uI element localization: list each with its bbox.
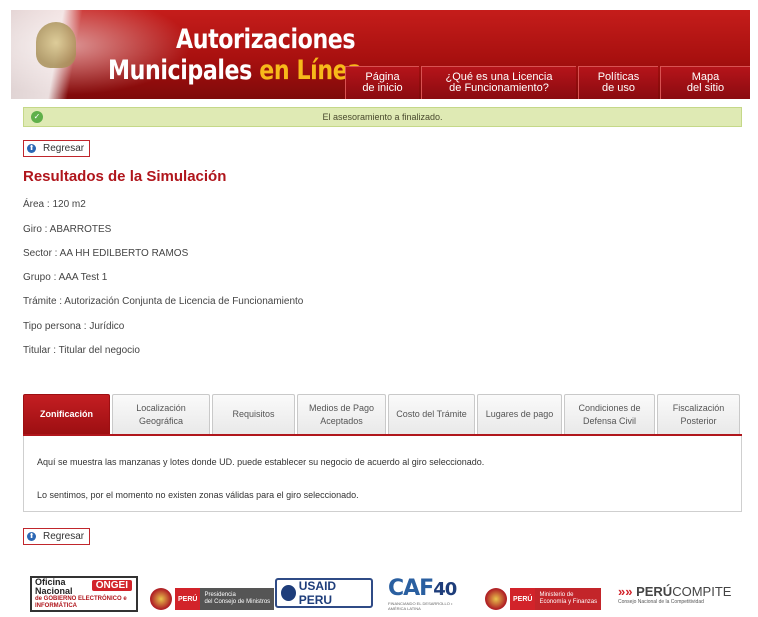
back-button-top[interactable]: ⬆ Regresar <box>23 140 91 157</box>
info-area: Área : 120 m2 <box>23 199 86 210</box>
tab-fiscalizacion-line2: Posterior <box>680 415 717 426</box>
nav-policies-line2: de uso <box>601 82 636 94</box>
nav-home[interactable]: Página de inicio <box>345 66 419 99</box>
tab-panel-zonificacion: Aquí se muestra las manzanas y lotes don… <box>23 436 742 512</box>
pcm-logo[interactable]: PERÚ Presidencia del Consejo de Ministro… <box>150 585 275 613</box>
caf-40: 40 <box>433 579 457 600</box>
nav-home-line2: de inicio <box>362 82 403 94</box>
tab-medios-pago-line1: Medios de Pago <box>308 402 375 413</box>
pcm-text-line2: del Consejo de Ministros <box>204 599 271 605</box>
tab-localizacion[interactable]: Localización Geográfica <box>112 394 210 434</box>
caf-wordmark: CAF40 <box>388 576 457 601</box>
brand-word-municipales: Municipales <box>108 55 252 86</box>
pcm-text: Presidencia del Consejo de Ministros <box>200 588 275 610</box>
caf-subtitle: FINANCIANDO EL DESARROLLO • AMÉRICA LATI… <box>388 601 453 611</box>
perucompite-compite: COMPITE <box>672 584 732 599</box>
tab-zonificacion[interactable]: Zonificación <box>23 394 110 434</box>
usaid-seal-icon <box>281 585 296 601</box>
info-tramite: Trámite : Autorización Conjunta de Licen… <box>23 296 304 307</box>
back-button-label: Regresar <box>43 531 85 542</box>
ongei-logo[interactable]: Oficina Nacional ONGEI de GOBIERNO ELECT… <box>30 576 138 612</box>
info-grupo: Grupo : AAA Test 1 <box>23 272 108 283</box>
info-tipo-persona: Tipo persona : Jurídico <box>23 321 125 332</box>
mef-text-line2: Economía y Finanzas <box>539 599 598 605</box>
brand-title-line1: Autorizaciones <box>176 24 356 55</box>
ongei-tag: ONGEI <box>91 580 132 591</box>
nav-sitemap-line2: del sitio <box>686 82 725 94</box>
tab-zonificacion-label: Zonificación <box>39 409 93 419</box>
tab-lugares-pago-label: Lugares de pago <box>485 409 554 419</box>
peru-seal-icon <box>485 588 507 610</box>
nav-policies[interactable]: Políticas de uso <box>578 66 658 99</box>
usaid-text: USAID PERU <box>298 579 337 607</box>
arrow-back-icon: ⬆ <box>27 144 36 153</box>
caf-logo[interactable]: CAF40 FINANCIANDO EL DESARROLLO • AMÉRIC… <box>388 578 470 614</box>
tab-medios-pago-line2: Aceptados <box>320 415 363 426</box>
pcm-peru-label: PERÚ <box>175 588 201 610</box>
page-title: Resultados de la Simulación <box>23 168 227 185</box>
info-giro: Giro : ABARROTES <box>23 224 112 235</box>
info-titular: Titular : Titular del negocio <box>23 345 140 356</box>
usaid-logo[interactable]: USAID PERU <box>275 578 373 608</box>
success-notice-text: El asesoramiento a finalizado. <box>322 112 443 122</box>
tab-fiscalizacion[interactable]: Fiscalización Posterior <box>657 394 740 434</box>
nav-what-is-license[interactable]: ¿Qué es una Licencia de Funcionamiento? <box>421 66 576 99</box>
nav-sitemap[interactable]: Mapa del sitio <box>660 66 750 99</box>
tab-requisitos-label: Requisitos <box>232 409 275 419</box>
brand-title-line2: Municipales en Línea <box>108 55 362 86</box>
site-header: Autorizaciones Municipales en Línea Pági… <box>11 10 750 99</box>
tab-lugares-pago[interactable]: Lugares de pago <box>477 394 562 434</box>
ongei-line2: Nacional <box>35 586 73 596</box>
nav-license-line2: de Funcionamiento? <box>449 82 549 94</box>
arrow-back-icon: ⬆ <box>27 532 36 541</box>
perucompite-wordmark: »» PERÚCOMPITE <box>618 585 731 599</box>
back-button-bottom[interactable]: ⬆ Regresar <box>23 528 91 545</box>
perucompite-subtitle: Consejo Nacional de la Competitividad <box>618 599 704 605</box>
chevrons-icon: »» <box>618 584 637 599</box>
tab-localizacion-line1: Localización <box>136 402 186 413</box>
tab-requisitos[interactable]: Requisitos <box>212 394 295 434</box>
tab-costo-tramite-label: Costo del Trámite <box>396 409 467 419</box>
ongei-line4: INFORMÁTICA <box>35 603 77 609</box>
success-notice: ✓ El asesoramiento a finalizado. <box>23 107 742 127</box>
panel-description: Aquí se muestra las manzanas y lotes don… <box>37 457 485 467</box>
check-icon: ✓ <box>31 111 43 123</box>
info-sector: Sector : AA HH EDILBERTO RAMOS <box>23 248 189 259</box>
pcm-text-line1: Presidencia <box>204 592 236 598</box>
mef-logo[interactable]: PERÚ Ministerio de Economía y Finanzas <box>485 585 602 613</box>
coat-of-arms-icon <box>36 22 76 68</box>
mef-text-line1: Ministerio de <box>539 592 574 598</box>
peru-seal-icon <box>150 588 172 610</box>
panel-no-zones-message: Lo sentimos, por el momento no existen z… <box>37 490 359 500</box>
back-button-label: Regresar <box>43 143 85 154</box>
mef-peru-label: PERÚ <box>510 588 536 610</box>
tab-fiscalizacion-line1: Fiscalización <box>672 402 725 413</box>
tab-localizacion-line2: Geográfica <box>138 415 184 426</box>
perucompite-peru: PERÚ <box>636 584 673 599</box>
ongei-line3: de GOBIERNO ELECTRÓNICO e <box>35 596 127 602</box>
results-tabs: Zonificación Localización Geográfica Req… <box>23 394 742 436</box>
tab-medios-pago[interactable]: Medios de Pago Aceptados <box>297 394 386 434</box>
tab-defensa-civil-line1: Condiciones de <box>578 402 641 413</box>
perucompite-logo[interactable]: »» PERÚCOMPITE Consejo Nacional de la Co… <box>618 585 731 613</box>
tab-defensa-civil[interactable]: Condiciones de Defensa Civil <box>564 394 655 434</box>
caf-letters: CAF <box>388 576 434 601</box>
mef-text: Ministerio de Economía y Finanzas <box>535 588 602 610</box>
tab-costo-tramite[interactable]: Costo del Trámite <box>388 394 475 434</box>
tab-defensa-civil-line2: Defensa Civil <box>582 415 637 426</box>
